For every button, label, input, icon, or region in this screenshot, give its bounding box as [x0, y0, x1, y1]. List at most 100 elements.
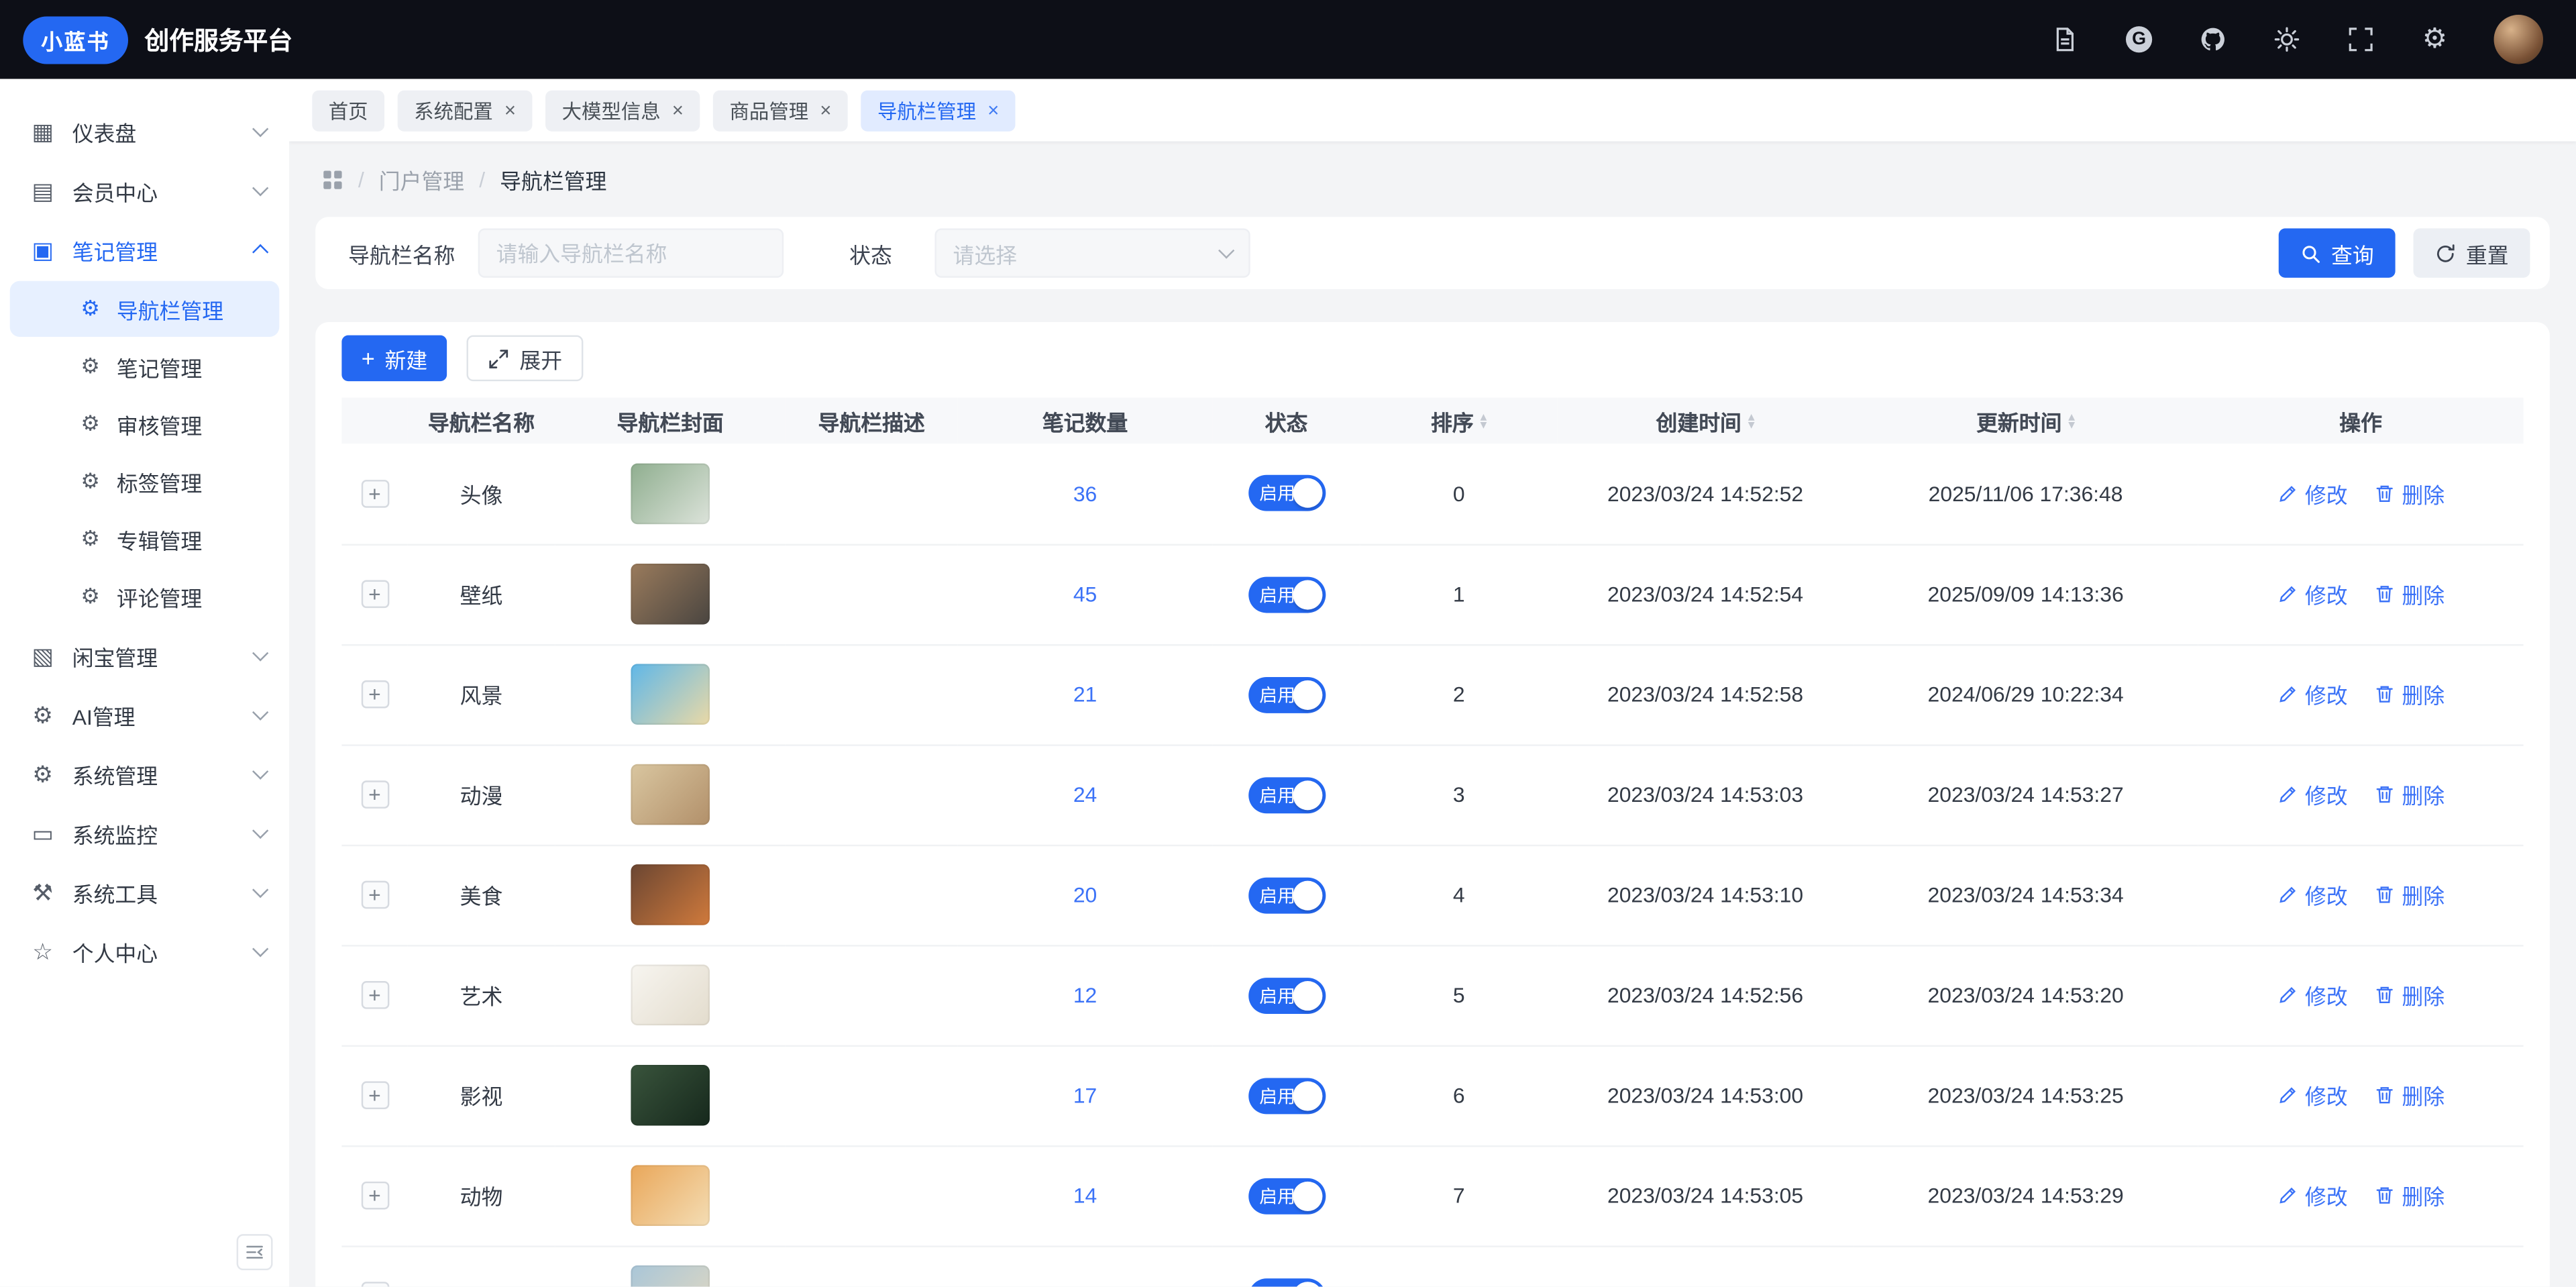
- note-count-link[interactable]: 15: [1073, 1284, 1097, 1287]
- status-toggle[interactable]: 启用: [1248, 1077, 1325, 1113]
- note-count-link[interactable]: 17: [1073, 1083, 1097, 1108]
- row-expand-button[interactable]: +: [361, 479, 389, 507]
- row-expand-button[interactable]: +: [361, 580, 389, 608]
- delete-button-label: 删除: [2402, 779, 2445, 811]
- edit-button[interactable]: 修改: [2277, 578, 2347, 610]
- table-toolbar: + 新建 展开: [341, 336, 2523, 382]
- delete-button[interactable]: 删除: [2374, 980, 2445, 1011]
- tab-close-icon[interactable]: ×: [504, 100, 516, 119]
- tab-close-icon[interactable]: ×: [672, 100, 684, 119]
- status-toggle-knob: [1292, 980, 1322, 1010]
- tab-商品管理[interactable]: 商品管理×: [713, 89, 848, 130]
- row-expand-button[interactable]: +: [361, 981, 389, 1009]
- nav-name-input[interactable]: [478, 228, 784, 277]
- status-toggle-knob: [1292, 478, 1322, 508]
- breadcrumb-portal[interactable]: 门户管理: [379, 164, 464, 196]
- edit-button[interactable]: 修改: [2277, 1080, 2347, 1111]
- note-count-link[interactable]: 24: [1073, 782, 1097, 807]
- column-header-创建时间[interactable]: 创建时间▴▾: [1558, 398, 1854, 444]
- edit-button[interactable]: 修改: [2277, 1280, 2347, 1287]
- sidebar-subitem-评论管理[interactable]: ⚙评论管理: [10, 568, 280, 624]
- sidebar-subitem-笔记管理[interactable]: ⚙笔记管理: [10, 338, 280, 394]
- reset-button[interactable]: 重置: [2414, 228, 2530, 277]
- sidebar-item-闲宝管理[interactable]: ▧闲宝管理: [0, 626, 289, 685]
- tab-close-icon[interactable]: ×: [820, 100, 831, 119]
- sidebar-item-系统监控[interactable]: ▭系统监控: [0, 804, 289, 863]
- status-toggle[interactable]: 启用: [1248, 776, 1325, 813]
- sidebar-item-label: 系统管理: [72, 758, 238, 790]
- sidebar-item-个人中心[interactable]: ☆个人中心: [0, 922, 289, 981]
- user-avatar[interactable]: [2494, 15, 2543, 64]
- edit-button[interactable]: 修改: [2277, 478, 2347, 509]
- settings-gear-icon[interactable]: ⚙: [2420, 25, 2449, 54]
- gitee-icon[interactable]: G: [2125, 25, 2154, 54]
- delete-button[interactable]: 删除: [2374, 879, 2445, 911]
- note-count-link[interactable]: 36: [1073, 481, 1097, 506]
- status-toggle[interactable]: 启用: [1248, 676, 1325, 713]
- row-expand-button[interactable]: +: [361, 1081, 389, 1109]
- column-header-更新时间[interactable]: 更新时间▴▾: [1853, 398, 2198, 444]
- edit-button[interactable]: 修改: [2277, 879, 2347, 911]
- sidebar-item-笔记管理[interactable]: ▣笔记管理: [0, 220, 289, 279]
- note-count-link[interactable]: 20: [1073, 882, 1097, 907]
- sidebar-subitem-审核管理[interactable]: ⚙审核管理: [10, 396, 280, 452]
- status-toggle[interactable]: 启用: [1248, 977, 1325, 1013]
- sidebar-item-系统工具[interactable]: ⚒系统工具: [0, 863, 289, 922]
- status-toggle[interactable]: 启用: [1248, 475, 1325, 511]
- sort-carets-icon[interactable]: ▴▾: [1748, 413, 1755, 429]
- delete-button[interactable]: 删除: [2374, 578, 2445, 610]
- chevron-up-icon: [252, 244, 268, 260]
- theme-toggle-icon[interactable]: [2272, 25, 2302, 54]
- note-count-link[interactable]: 14: [1073, 1183, 1097, 1208]
- note-count-link[interactable]: 45: [1073, 582, 1097, 607]
- tab-系统配置[interactable]: 系统配置×: [398, 89, 533, 130]
- doc-link-icon[interactable]: [2050, 25, 2080, 54]
- sidebar-item-AI管理[interactable]: ⚙AI管理: [0, 685, 289, 744]
- note-count-link[interactable]: 12: [1073, 982, 1097, 1007]
- sort-carets-icon[interactable]: ▴▾: [2068, 413, 2075, 429]
- delete-button[interactable]: 删除: [2374, 1080, 2445, 1111]
- delete-button[interactable]: 删除: [2374, 1180, 2445, 1211]
- row-expand-button[interactable]: +: [361, 680, 389, 709]
- tab-大模型信息[interactable]: 大模型信息×: [545, 89, 700, 130]
- tab-close-icon[interactable]: ×: [987, 100, 999, 119]
- edit-button[interactable]: 修改: [2277, 678, 2347, 710]
- tab-首页[interactable]: 首页: [312, 89, 384, 130]
- table-row: + 影视 17 启用 6 2023/03/24 14:53:00 2023/03…: [341, 1045, 2523, 1145]
- gear-icon: ⚙: [79, 296, 102, 322]
- sidebar-item-仪表盘[interactable]: ▦仪表盘: [0, 102, 289, 161]
- row-expand-button[interactable]: +: [361, 881, 389, 909]
- sidebar-collapse-icon[interactable]: [237, 1234, 273, 1270]
- search-button[interactable]: 查询: [2279, 228, 2396, 277]
- sort-carets-icon[interactable]: ▴▾: [1481, 413, 1487, 429]
- row-expand-button[interactable]: +: [361, 1182, 389, 1210]
- sidebar-item-会员中心[interactable]: ▤会员中心: [0, 161, 289, 220]
- edit-button[interactable]: 修改: [2277, 1180, 2347, 1211]
- status-select[interactable]: 请选择: [935, 228, 1250, 277]
- status-toggle[interactable]: 启用: [1248, 576, 1325, 612]
- expand-all-button[interactable]: 展开: [467, 336, 584, 382]
- row-expand-button[interactable]: +: [361, 1282, 389, 1286]
- create-button[interactable]: + 新建: [341, 336, 447, 382]
- caret-down-icon: ▾: [1748, 421, 1755, 429]
- created-time: 2023/03/24 14:52:56: [1607, 982, 1803, 1007]
- edit-button[interactable]: 修改: [2277, 980, 2347, 1011]
- edit-button[interactable]: 修改: [2277, 779, 2347, 811]
- row-expand-button[interactable]: +: [361, 780, 389, 809]
- sidebar-item-系统管理[interactable]: ⚙系统管理: [0, 744, 289, 803]
- trash-icon: [2374, 784, 2396, 805]
- status-toggle[interactable]: 启用: [1248, 1178, 1325, 1214]
- status-toggle[interactable]: 启用: [1248, 877, 1325, 913]
- tab-导航栏管理[interactable]: 导航栏管理×: [861, 89, 1016, 130]
- delete-button[interactable]: 删除: [2374, 779, 2445, 811]
- sidebar-subitem-专辑管理[interactable]: ⚙专辑管理: [10, 511, 280, 567]
- sidebar-subitem-导航栏管理[interactable]: ⚙导航栏管理: [10, 281, 280, 337]
- delete-button[interactable]: 删除: [2374, 1280, 2445, 1287]
- delete-button[interactable]: 删除: [2374, 478, 2445, 509]
- note-count-link[interactable]: 21: [1073, 682, 1097, 707]
- sidebar-subitem-标签管理[interactable]: ⚙标签管理: [10, 454, 280, 509]
- github-icon[interactable]: [2198, 25, 2228, 54]
- fullscreen-icon[interactable]: [2346, 25, 2375, 54]
- column-header-排序[interactable]: 排序▴▾: [1360, 398, 1558, 444]
- delete-button[interactable]: 删除: [2374, 678, 2445, 710]
